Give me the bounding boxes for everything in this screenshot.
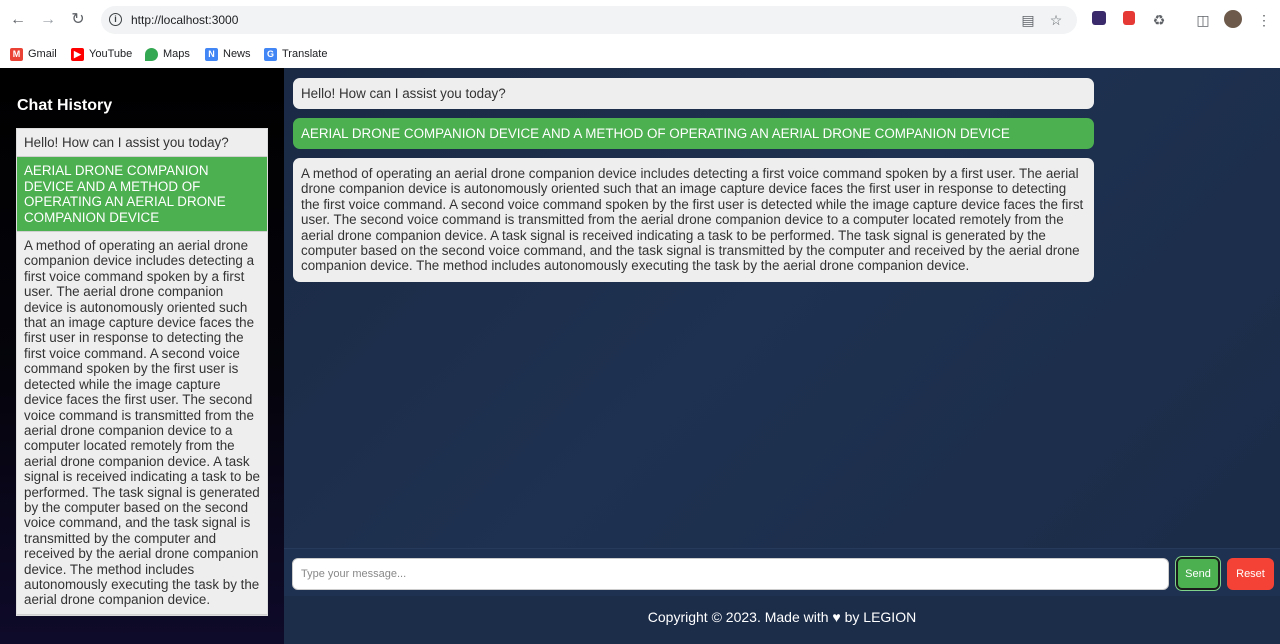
- chat-main: Hello! How can I assist you today? AERIA…: [284, 68, 1280, 644]
- bookmark-maps[interactable]: Maps: [145, 45, 190, 63]
- bookmark-gmail[interactable]: M Gmail: [10, 45, 57, 63]
- site-info-icon[interactable]: i: [109, 13, 122, 26]
- menu-kebab-icon[interactable]: ⋮: [1254, 10, 1274, 30]
- bookmark-label: Translate: [282, 48, 328, 60]
- gmail-icon: M: [10, 47, 23, 61]
- chat-history-sidebar: Chat History Hello! How can I assist you…: [0, 68, 284, 644]
- bookmark-translate[interactable]: G Translate: [264, 45, 327, 63]
- maps-icon: [145, 47, 158, 61]
- bookmark-label: YouTube: [89, 48, 133, 60]
- install-app-icon[interactable]: ▤: [1019, 11, 1037, 29]
- youtube-icon: ▶: [71, 47, 84, 61]
- profile-avatar[interactable]: [1223, 10, 1243, 30]
- address-bar[interactable]: i http://localhost:3000 ▤ ☆: [101, 6, 1077, 34]
- news-icon: N: [205, 47, 218, 61]
- history-list: Hello! How can I assist you today? AERIA…: [16, 128, 268, 616]
- translate-icon: G: [264, 47, 277, 61]
- bot-message: A method of operating an aerial drone co…: [293, 158, 1094, 282]
- extensions-puzzle-icon[interactable]: ♻: [1149, 10, 1169, 30]
- extension-red-icon[interactable]: [1119, 10, 1139, 30]
- bookmark-youtube[interactable]: ▶ YouTube: [71, 45, 132, 63]
- bot-message: Hello! How can I assist you today?: [293, 78, 1094, 110]
- side-panel-icon[interactable]: ◫: [1193, 10, 1213, 30]
- user-message: AERIAL DRONE COMPANION DEVICE AND A METH…: [293, 118, 1094, 150]
- bookmark-label: Gmail: [28, 48, 57, 60]
- sidebar-title: Chat History: [17, 97, 113, 114]
- url-text: http://localhost:3000: [131, 13, 239, 27]
- send-button[interactable]: Send: [1176, 557, 1220, 590]
- extension-icon[interactable]: [1089, 10, 1109, 30]
- footer-copyright: Copyright © 2023. Made with ♥ by LEGION: [284, 596, 1280, 644]
- bookmarks-bar: M Gmail ▶ YouTube Maps N News G Translat…: [0, 40, 1280, 68]
- bookmark-label: Maps: [163, 48, 190, 60]
- bookmark-label: News: [223, 48, 251, 60]
- bookmark-news[interactable]: N News: [205, 45, 251, 63]
- message-input-bar: Send Reset: [284, 548, 1280, 596]
- browser-toolbar: ← → ↻ i http://localhost:3000 ▤ ☆ ♻ ◫ ⋮: [0, 0, 1280, 40]
- forward-icon[interactable]: →: [36, 8, 60, 32]
- history-item[interactable]: A method of operating an aerial drone co…: [17, 232, 267, 615]
- back-icon[interactable]: ←: [6, 8, 30, 32]
- reload-icon[interactable]: ↻: [66, 8, 90, 32]
- message-input[interactable]: [292, 558, 1169, 590]
- history-item[interactable]: Hello! How can I assist you today?: [17, 129, 267, 158]
- reset-button[interactable]: Reset: [1227, 558, 1274, 590]
- bookmark-star-icon[interactable]: ☆: [1047, 11, 1065, 29]
- history-item[interactable]: AERIAL DRONE COMPANION DEVICE AND A METH…: [17, 157, 267, 233]
